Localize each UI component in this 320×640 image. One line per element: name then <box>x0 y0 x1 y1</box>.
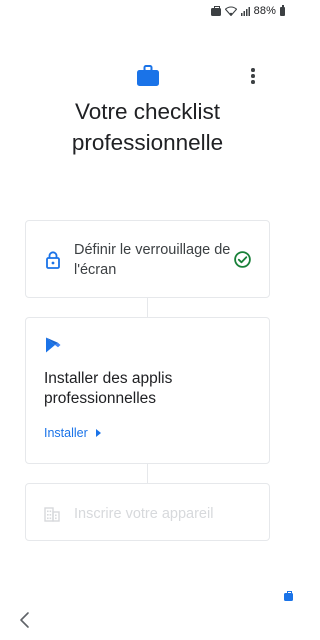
work-profile-icon <box>210 5 221 16</box>
building-icon <box>44 507 60 522</box>
more-vert-icon <box>251 68 255 72</box>
more-options-menu[interactable] <box>244 66 262 86</box>
play-store-icon <box>46 337 61 353</box>
enroll-device-label: Inscrire votre appareil <box>74 506 214 522</box>
signal-icon <box>240 6 250 16</box>
install-apps-label: Installer des applis professionnelles <box>44 370 173 407</box>
status-bar: 88% <box>0 0 295 24</box>
wifi-icon <box>224 6 237 16</box>
battery-icon <box>280 5 285 16</box>
lock-icon <box>46 251 60 269</box>
battery-percentage: 88% <box>253 5 276 17</box>
back-chevron-icon[interactable] <box>18 611 32 629</box>
briefcase-icon <box>137 65 159 86</box>
checklist-item-enroll-device: Inscrire votre appareil <box>25 483 270 541</box>
work-badge-icon <box>284 591 293 601</box>
checklist-item-install-apps[interactable]: Installer des applis professionnelles In… <box>25 317 270 464</box>
checklist-item-lock-screen[interactable]: Définir le verrouillage de l'écran <box>25 220 270 298</box>
check-circle-icon <box>234 251 251 268</box>
install-button-label: Installer <box>44 426 88 440</box>
status-icons: 88% <box>210 5 285 17</box>
install-button[interactable]: Installer <box>44 426 101 440</box>
step-connector <box>147 298 148 317</box>
lock-screen-label: Définir le verrouillage de l'écran <box>74 242 231 278</box>
step-connector <box>147 464 148 483</box>
caret-right-icon <box>95 429 101 437</box>
page-title: Votre checklist professionnelle <box>71 99 224 155</box>
